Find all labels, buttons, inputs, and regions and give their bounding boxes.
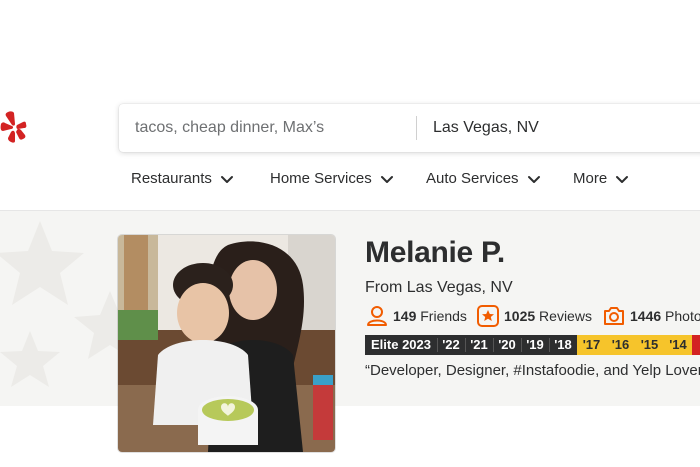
profile-bio: “Developer, Designer, #Instafoodie, and … bbox=[365, 362, 700, 379]
search-near-input[interactable]: Las Vegas, NV bbox=[433, 104, 539, 152]
elite-badge-red[interactable] bbox=[692, 335, 700, 355]
chevron-down-icon bbox=[220, 176, 233, 184]
profile-name: Melanie P. bbox=[365, 236, 505, 269]
photos-label: Photos bbox=[665, 308, 700, 324]
nav-item-label: Home Services bbox=[270, 170, 372, 187]
camera-icon bbox=[604, 307, 624, 325]
search-bar: tacos, cheap dinner, Max’s Las Vegas, NV bbox=[119, 104, 700, 152]
elite-badge-current[interactable]: Elite 2023 bbox=[365, 335, 437, 355]
search-find-input[interactable]: tacos, cheap dinner, Max’s bbox=[135, 104, 324, 152]
elite-badge-year[interactable]: '19 bbox=[521, 335, 549, 355]
profile-photo[interactable] bbox=[118, 235, 335, 452]
badge-divider bbox=[521, 338, 522, 352]
nav-item-label: More bbox=[573, 170, 608, 187]
elite-badge-year[interactable]: '14 bbox=[664, 335, 692, 355]
yelp-burst-icon[interactable] bbox=[0, 110, 28, 144]
profile-location: From Las Vegas, NV bbox=[365, 279, 513, 296]
profile-photo-image bbox=[118, 235, 335, 452]
friends-icon bbox=[367, 306, 387, 326]
badge-divider bbox=[549, 338, 550, 352]
badge-divider bbox=[465, 338, 466, 352]
chevron-down-icon bbox=[380, 176, 393, 184]
photos-count: 1446 bbox=[630, 308, 662, 324]
elite-badge-year[interactable]: '22 bbox=[437, 335, 465, 355]
review-star-icon bbox=[477, 305, 499, 327]
elite-badge-year[interactable]: '20 bbox=[493, 335, 521, 355]
reviews-count: 1025 bbox=[504, 308, 536, 324]
elite-badge-year[interactable]: '16 bbox=[606, 335, 635, 355]
friends-label: Friends bbox=[420, 308, 467, 324]
chevron-down-icon bbox=[527, 176, 540, 184]
nav-item-auto-services[interactable]: Auto Services bbox=[426, 166, 541, 192]
nav-item-label: Auto Services bbox=[426, 170, 519, 187]
chevron-down-icon bbox=[616, 176, 629, 184]
nav-item-home-services[interactable]: Home Services bbox=[270, 166, 394, 192]
nav-item-restaurants[interactable]: Restaurants bbox=[131, 166, 234, 192]
search-divider bbox=[416, 116, 417, 140]
friends-count: 149 bbox=[393, 308, 417, 324]
elite-badge-year[interactable]: '21 bbox=[465, 335, 493, 355]
category-nav: Restaurants Home Services Auto Services … bbox=[0, 166, 700, 192]
elite-badge-year[interactable]: '18 bbox=[549, 335, 577, 355]
nav-item-label: Restaurants bbox=[131, 170, 212, 187]
badge-divider bbox=[437, 338, 438, 352]
reviews-label: Reviews bbox=[539, 308, 592, 324]
badge-divider bbox=[493, 338, 494, 352]
elite-badge-year[interactable]: '17 bbox=[577, 335, 606, 355]
elite-badge-year[interactable]: '15 bbox=[635, 335, 664, 355]
nav-item-more[interactable]: More bbox=[573, 166, 629, 192]
